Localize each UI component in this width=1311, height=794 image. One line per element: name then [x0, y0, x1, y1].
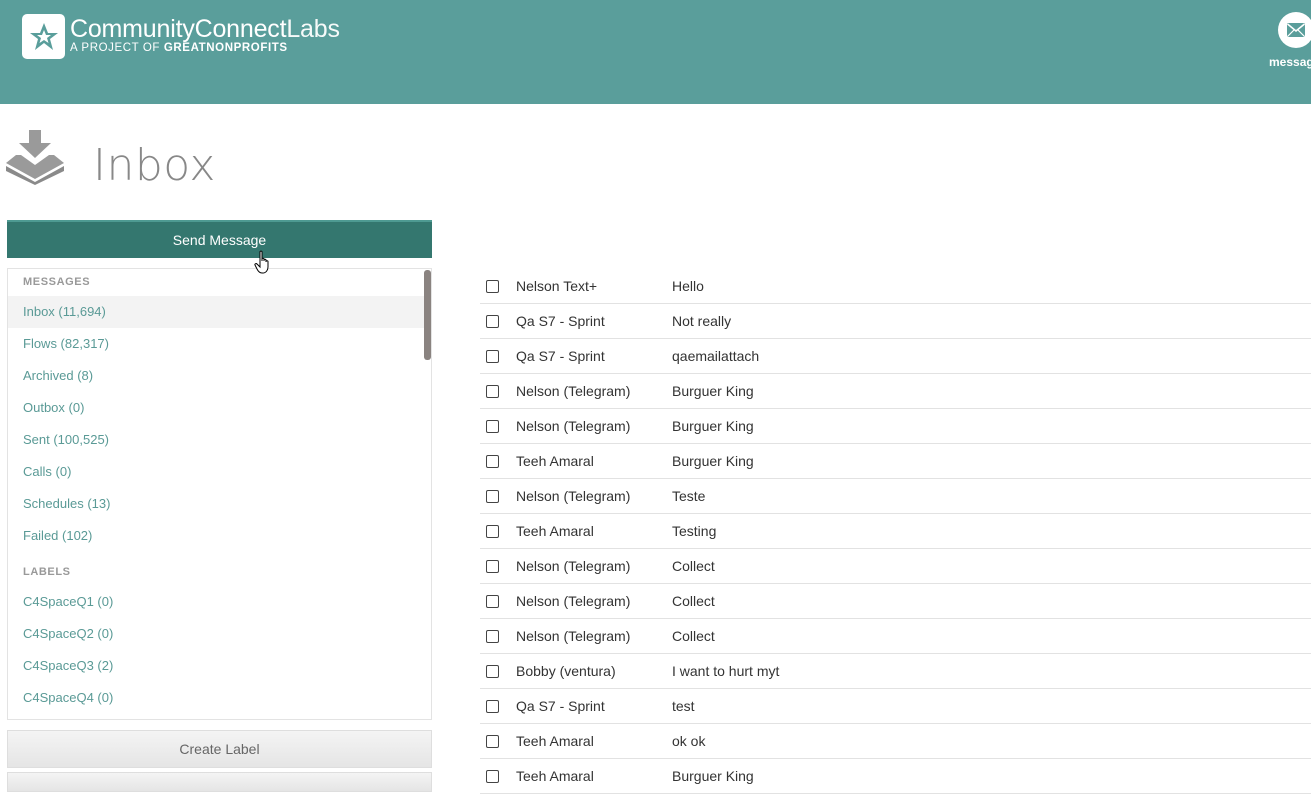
sidebar-item-label-c4spaceq3[interactable]: C4SpaceQ3 (2) [8, 650, 431, 682]
sidebar-item-failed[interactable]: Failed (102) [8, 520, 431, 552]
message-text[interactable]: Teste [672, 488, 705, 504]
row-checkbox[interactable] [486, 734, 499, 748]
sidebar-panel: MESSAGES Inbox (11,694) Flows (82,317) A… [7, 268, 432, 720]
table-row[interactable]: Qa S7 - Sprint Not really [480, 304, 1311, 339]
table-row[interactable]: Nelson (Telegram) Burguer King [480, 374, 1311, 409]
brand-logo[interactable]: CommunityConnectLabs A PROJECT OF GREATN… [22, 14, 340, 59]
message-sender[interactable]: Qa S7 - Sprint [516, 313, 605, 329]
row-checkbox[interactable] [486, 559, 499, 573]
message-text[interactable]: Hello [672, 278, 704, 294]
message-sender[interactable]: Teeh Amaral [516, 523, 594, 539]
top-header: CommunityConnectLabs A PROJECT OF GREATN… [0, 0, 1311, 104]
message-sender[interactable]: Nelson (Telegram) [516, 628, 630, 644]
table-row[interactable]: Teeh Amaral Burguer King [480, 759, 1311, 794]
table-row[interactable]: Nelson (Telegram) Collect [480, 584, 1311, 619]
message-text[interactable]: Testing [672, 523, 716, 539]
message-sender[interactable]: Teeh Amaral [516, 733, 594, 749]
row-checkbox[interactable] [486, 279, 499, 293]
table-row[interactable]: Teeh Amaral Burguer King [480, 444, 1311, 479]
message-sender[interactable]: Nelson (Telegram) [516, 383, 630, 399]
sidebar-scrollbar[interactable] [424, 270, 431, 360]
row-checkbox[interactable] [486, 594, 499, 608]
send-message-button[interactable]: Send Message [7, 220, 432, 258]
message-text[interactable]: Burguer King [672, 453, 754, 469]
message-text[interactable]: test [672, 698, 695, 714]
message-sender[interactable]: Nelson (Telegram) [516, 418, 630, 434]
messages-section-heading: MESSAGES [23, 276, 91, 288]
sidebar-item-calls[interactable]: Calls (0) [8, 456, 431, 488]
table-row[interactable]: Bobby (ventura) I want to hurt myt [480, 654, 1311, 689]
sidebar-item-sent[interactable]: Sent (100,525) [8, 424, 431, 456]
row-checkbox[interactable] [486, 314, 499, 328]
sidebar-item-schedules[interactable]: Schedules (13) [8, 488, 431, 520]
sidebar-item-inbox[interactable]: Inbox (11,694) [8, 296, 431, 328]
envelope-icon [1286, 23, 1306, 37]
row-checkbox[interactable] [486, 349, 499, 363]
table-row[interactable]: Qa S7 - Sprint test [480, 689, 1311, 724]
row-checkbox[interactable] [486, 769, 499, 783]
table-row[interactable]: Nelson (Telegram) Burguer King [480, 409, 1311, 444]
table-row[interactable]: Teeh Amaral Testing [480, 514, 1311, 549]
row-checkbox[interactable] [486, 699, 499, 713]
message-text[interactable]: Not really [672, 313, 731, 329]
messages-nav-label[interactable]: messag [1269, 55, 1311, 69]
message-text[interactable]: Collect [672, 558, 715, 574]
star-logo-icon [22, 14, 65, 59]
message-sender[interactable]: Teeh Amaral [516, 453, 594, 469]
message-text[interactable]: Collect [672, 593, 715, 609]
table-row[interactable]: Qa S7 - Sprint qaemailattach [480, 339, 1311, 374]
message-text[interactable]: Burguer King [672, 383, 754, 399]
row-checkbox[interactable] [486, 384, 499, 398]
message-sender[interactable]: Nelson (Telegram) [516, 593, 630, 609]
message-text[interactable]: I want to hurt myt [672, 663, 779, 679]
labels-section-heading: LABELS [23, 566, 71, 578]
hand-pointer-cursor-icon [254, 250, 274, 281]
message-sender[interactable]: Nelson (Telegram) [516, 558, 630, 574]
row-checkbox[interactable] [486, 419, 499, 433]
row-checkbox[interactable] [486, 489, 499, 503]
messages-nav-button[interactable] [1278, 12, 1311, 48]
brand-title: CommunityConnectLabs [70, 15, 340, 43]
table-row[interactable]: Nelson (Telegram) Teste [480, 479, 1311, 514]
row-checkbox[interactable] [486, 524, 499, 538]
table-row[interactable]: Nelson (Telegram) Collect [480, 619, 1311, 654]
message-sender[interactable]: Nelson (Telegram) [516, 488, 630, 504]
message-sender[interactable]: Qa S7 - Sprint [516, 348, 605, 364]
sidebar-item-label-c4spaceq2[interactable]: C4SpaceQ2 (0) [8, 618, 431, 650]
message-sender[interactable]: Bobby (ventura) [516, 663, 616, 679]
row-checkbox[interactable] [486, 454, 499, 468]
table-row[interactable]: Nelson (Telegram) Collect [480, 549, 1311, 584]
message-list: Nelson Text+ Hello Qa S7 - Sprint Not real… [480, 269, 1311, 794]
create-label-button[interactable]: Create Label [7, 730, 432, 768]
message-sender[interactable]: Qa S7 - Sprint [516, 698, 605, 714]
secondary-sidebar-button[interactable] [7, 772, 432, 792]
row-checkbox[interactable] [486, 664, 499, 678]
sidebar-item-outbox[interactable]: Outbox (0) [8, 392, 431, 424]
page-title: Inbox [93, 140, 216, 191]
message-text[interactable]: Collect [672, 628, 715, 644]
table-row[interactable]: Nelson Text+ Hello [480, 269, 1311, 304]
message-text[interactable]: Burguer King [672, 418, 754, 434]
inbox-tray-icon [6, 130, 64, 190]
sidebar-item-flows[interactable]: Flows (82,317) [8, 328, 431, 360]
row-checkbox[interactable] [486, 629, 499, 643]
message-text[interactable]: ok ok [672, 733, 705, 749]
sidebar-item-label-c4spaceq4[interactable]: C4SpaceQ4 (0) [8, 682, 431, 714]
message-sender[interactable]: Nelson Text+ [516, 278, 597, 294]
message-text[interactable]: qaemailattach [672, 348, 759, 364]
table-row[interactable]: Teeh Amaral ok ok [480, 724, 1311, 759]
sidebar-item-label-c4spaceq1[interactable]: C4SpaceQ1 (0) [8, 586, 431, 618]
sidebar-item-archived[interactable]: Archived (8) [8, 360, 431, 392]
